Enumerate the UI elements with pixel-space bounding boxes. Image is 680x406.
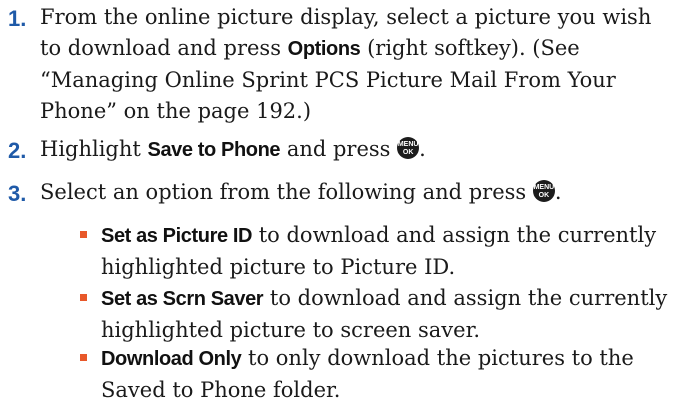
step-number: 2. <box>8 138 27 163</box>
step-text-part: Highlight <box>40 137 148 161</box>
option-keyword: Download Only <box>101 348 242 370</box>
step-number: 1. <box>8 6 27 31</box>
step-text-part: . <box>419 137 426 161</box>
option-keyword: Set as Picture ID <box>101 225 253 247</box>
menu-ok-key-icon: MENU OK <box>397 137 420 159</box>
step-text-part: . <box>554 180 562 204</box>
bullet-icon <box>80 231 87 238</box>
step-text-part: Select an option from the following and … <box>40 180 533 204</box>
option-text: Set as Picture ID to download and assign… <box>101 220 670 283</box>
step-text: Select an option from the following and … <box>40 177 670 208</box>
step-text: Highlight Save to Phone and press MENU OK… <box>40 134 670 166</box>
step-text-part: and press <box>280 137 398 161</box>
step-text: From the online picture display, select … <box>40 2 670 127</box>
step-number: 3. <box>8 181 27 206</box>
bullet-icon <box>80 354 87 361</box>
option-text: Download Only to only download the pictu… <box>101 343 670 406</box>
bullet-icon <box>80 294 87 301</box>
menu-ok-key-icon: MENU OK <box>532 180 555 202</box>
options-keyword: Options <box>287 38 361 60</box>
option-keyword: Set as Scrn Saver <box>101 288 264 310</box>
option-text: Set as Scrn Saver to download and assign… <box>101 283 670 346</box>
save-to-phone-keyword: Save to Phone <box>147 139 281 161</box>
manual-page: 1. From the online picture display, sele… <box>0 0 680 402</box>
